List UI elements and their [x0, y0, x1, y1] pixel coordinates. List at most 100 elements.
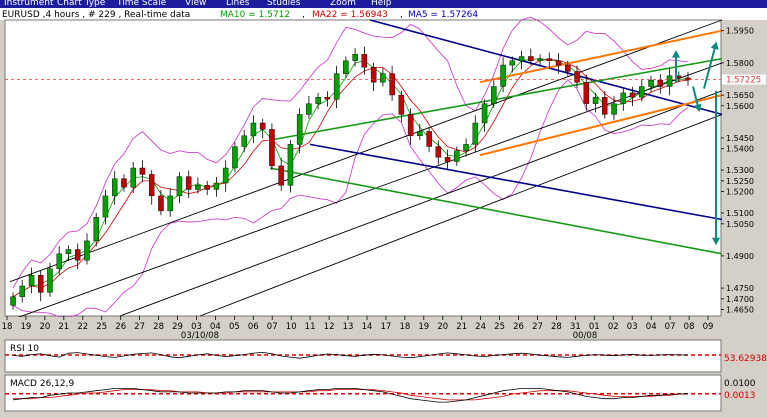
candle-up — [287, 144, 294, 186]
price-tick-label: 1.5400 — [726, 145, 754, 154]
candle-down — [361, 54, 368, 68]
price-tick-label: 1.5250 — [726, 177, 754, 186]
macd-value-label: 0.0013 — [724, 391, 756, 401]
candle-up — [491, 86, 497, 104]
candle-down — [555, 60, 562, 66]
candle-up — [10, 296, 16, 306]
menu-item-time-scale[interactable]: Time Scale — [117, 0, 166, 8]
candle-down — [389, 73, 395, 96]
price-tick-label: 1.5800 — [726, 59, 754, 68]
candle-up — [454, 150, 460, 162]
date-tick-label: 28 — [551, 322, 562, 332]
candle-up — [500, 64, 506, 87]
candle-up — [47, 268, 53, 293]
macd-panel — [4, 374, 722, 412]
candle-down — [38, 275, 44, 293]
candle-up — [296, 114, 303, 145]
candle-up — [518, 56, 525, 62]
candle-down — [583, 81, 590, 104]
candle-up — [537, 58, 543, 61]
price-tick-label: 1.5600 — [726, 102, 754, 111]
sep-1: , — [302, 10, 305, 20]
date-tick-label: 21 — [58, 322, 69, 332]
date-tick-label: 04 — [646, 322, 657, 332]
chart-svg: EURUSD ,4 hours , # 229 , Real-time data… — [0, 8, 767, 412]
menu-item-lines[interactable]: Lines — [226, 0, 249, 8]
ma22-label: MA22 = 1.56943 — [312, 10, 388, 20]
candle-up — [167, 195, 173, 212]
date-tick-label: 08 — [684, 322, 695, 332]
date-tick-label: 19 — [20, 322, 31, 332]
candle-down — [426, 131, 432, 147]
ma10-label: MA10 = 1.5712 — [220, 10, 290, 20]
candle-down — [185, 176, 192, 190]
candle-up — [509, 60, 516, 66]
date-tick-label: 07 — [665, 322, 676, 332]
candle-down — [324, 96, 331, 100]
menu-item-help[interactable]: Help — [371, 0, 392, 8]
date-tick-label: 19 — [418, 322, 429, 332]
date-tick-label: 06 — [248, 322, 259, 332]
date-tick-label: 18 — [2, 322, 13, 332]
date-tick-label: 12 — [324, 322, 335, 332]
candle-down — [629, 92, 636, 98]
candle-up — [315, 96, 321, 104]
candle-down — [370, 67, 377, 83]
candle-down — [74, 249, 81, 261]
candle-up — [611, 103, 617, 115]
menu-item-zoom[interactable]: Zoom — [330, 0, 356, 8]
candle-down — [444, 157, 451, 162]
candle-down — [657, 79, 664, 87]
price-tick-label: 1.4700 — [726, 295, 754, 304]
menu-item-studies[interactable]: Studies — [267, 0, 300, 8]
candle-down — [259, 122, 266, 130]
date-tick-label: 02 — [608, 322, 619, 332]
candle-up — [417, 131, 423, 137]
candle-up — [620, 92, 627, 104]
candle-up — [639, 86, 645, 98]
candle-up — [195, 184, 201, 190]
date-tick-label: 26 — [115, 322, 126, 332]
candle-up — [352, 54, 358, 61]
price-tick-label: 1.5650 — [726, 91, 754, 100]
date-tick-label: 11 — [305, 322, 316, 332]
candle-up — [592, 96, 599, 104]
menu-item-instrument[interactable]: Instrument — [4, 0, 54, 8]
date-tick-label: 14 — [362, 322, 373, 332]
candle-down — [546, 58, 553, 61]
date-tick-label: 13 — [343, 322, 354, 332]
rsi-title: RSI 10 — [10, 344, 39, 354]
date-tick-label: 25 — [494, 322, 505, 332]
price-axis: 1.5950 1.5800 1.5650 1.5600 1.5450 1.5400 1.53… — [721, 27, 766, 315]
date-tick-label: 20 — [437, 322, 448, 332]
date-tick-label: 03 — [627, 322, 638, 332]
price-tick-label: 1.5200 — [726, 188, 754, 197]
menu-item-view[interactable]: View — [185, 0, 206, 8]
date-tick-label: 28 — [153, 322, 164, 332]
chart-frame: EURUSD ,4 hours , # 229 , Real-time data… — [0, 8, 767, 414]
macd-title: MACD 26,12,9 — [10, 379, 74, 389]
candle-down — [602, 96, 608, 115]
candle-down — [574, 71, 580, 83]
date-tick-label: 18 — [399, 322, 410, 332]
date-tick-label: 27 — [134, 322, 145, 332]
candle-down — [435, 146, 442, 158]
candle-up — [111, 178, 118, 197]
date-tick-label: 26 — [513, 322, 524, 332]
candle-up — [56, 253, 63, 270]
candle-up — [472, 122, 479, 145]
candle-down — [278, 165, 284, 186]
price-tick-label: 1.5450 — [726, 134, 754, 143]
candle-up — [306, 103, 312, 115]
date-tick-label: 27 — [532, 322, 543, 332]
header-info: EURUSD ,4 hours , # 229 , Real-time data — [2, 10, 190, 20]
price-tick-label: 1.4650 — [726, 306, 754, 315]
candle-up — [343, 60, 349, 74]
candle-down — [528, 56, 534, 62]
menu-item-chart-type[interactable]: Chart Type — [57, 0, 105, 8]
candle-up — [222, 167, 229, 184]
candle-down — [565, 64, 571, 72]
price-tick-label: 1.5300 — [726, 166, 754, 175]
candle-up — [102, 195, 109, 218]
candle-up — [84, 240, 90, 261]
